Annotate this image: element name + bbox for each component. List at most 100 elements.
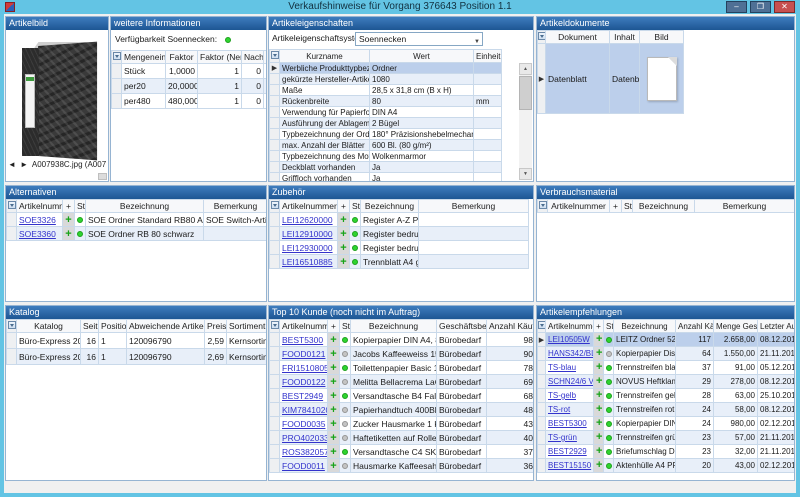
next-image-icon[interactable]: ► [20, 160, 28, 169]
table-row[interactable]: Typbezeichnung des MotivWolkenmarmor [270, 151, 502, 162]
article-number-link[interactable]: PRO402033 [282, 433, 328, 443]
add-article-icon[interactable]: + [330, 404, 336, 416]
table-row[interactable]: BEST15150+Aktenhülle A4 PP 0.12043,0002.… [538, 459, 795, 473]
article-number-link[interactable]: FOOD0035 [282, 419, 325, 429]
column-header[interactable]: Katalog [17, 320, 81, 333]
article-number-link[interactable]: ROS382057 [282, 447, 328, 457]
column-header[interactable]: St [604, 320, 614, 333]
table-row[interactable]: ▶Werbliche ProdukttypbezeiOrdner [270, 63, 502, 74]
article-number-link[interactable]: LEI12930000 [282, 243, 333, 253]
add-article-icon[interactable]: + [596, 361, 602, 373]
column-header[interactable]: Kurzname [280, 50, 370, 63]
table-row[interactable]: FOOD0121+Jacobs Kaffeeweiss 15%FBürobeda… [270, 347, 534, 361]
column-header[interactable]: Bemerkung [695, 200, 795, 213]
column-header[interactable]: Anzahl Käufe▽ [676, 320, 714, 333]
add-article-icon[interactable]: + [330, 362, 336, 374]
add-article-icon[interactable]: + [596, 445, 602, 457]
table-row[interactable]: BEST5300+Kopierpapier DIN A4,24980,0002.… [538, 417, 795, 431]
table-row[interactable]: per480480,0000100 [112, 94, 267, 109]
column-header[interactable]: + [594, 320, 604, 333]
column-header[interactable]: Dokument [546, 31, 610, 44]
column-header[interactable]: Faktor [166, 51, 198, 64]
table-row[interactable]: PRO402033+Haftetiketten auf Rolle TraBür… [270, 431, 534, 445]
column-header[interactable]: St [350, 200, 361, 213]
filter-icon[interactable] [271, 51, 279, 59]
table-row[interactable]: BEST2929+Briefumschlag DL SK2332,0021.11… [538, 445, 795, 459]
filter-icon[interactable] [113, 52, 121, 60]
add-article-icon[interactable]: + [340, 214, 346, 226]
article-number-link[interactable]: TS-grün [548, 433, 577, 442]
scroll-thumb[interactable] [519, 76, 532, 110]
article-number-link[interactable]: BEST5300 [282, 335, 323, 345]
column-header[interactable]: Artikelnummer [17, 200, 63, 213]
filter-icon[interactable] [271, 321, 279, 329]
table-row[interactable]: TS-rot+Trennstreifen rot 1002458,0008.12… [538, 403, 795, 417]
table-row[interactable]: LEI12910000+Register bedruck [270, 227, 529, 241]
column-header[interactable]: Bezeichnung [351, 320, 437, 333]
article-number-link[interactable]: LEI12620000 [282, 215, 333, 225]
table-row[interactable]: Büro-Express 20151611200967902,59Kernsor… [7, 333, 267, 349]
article-number-link[interactable]: SOE3326 [19, 215, 56, 225]
table-row[interactable]: Ausführung der Ablagemec2 Bügel [270, 118, 502, 129]
table-row[interactable]: FOOD0122+Melitta Bellacrema LaCreBürobed… [270, 375, 534, 389]
add-article-icon[interactable]: + [330, 460, 336, 472]
filter-icon[interactable] [271, 201, 279, 209]
table-row[interactable]: Stück1,0000100 [112, 64, 267, 79]
article-number-link[interactable]: LEI12910000 [282, 229, 333, 239]
column-header[interactable]: Mengeneinheit [122, 51, 166, 64]
table-row[interactable]: ROS382057+Versandtasche C4 SK 90gBürobed… [270, 445, 534, 459]
table-row[interactable]: FOOD0011+Hausmarke KaffeesahneBürobedarf… [270, 459, 534, 473]
add-article-icon[interactable]: + [596, 417, 602, 429]
column-header[interactable]: Inhalt [610, 31, 640, 44]
column-header[interactable]: Menge Gesamt [714, 320, 758, 333]
add-article-icon[interactable]: + [340, 228, 346, 240]
add-article-icon[interactable]: + [340, 256, 346, 268]
article-number-link[interactable]: FRI1510805 [282, 363, 328, 373]
filter-icon[interactable] [8, 201, 16, 209]
article-number-link[interactable]: BEST2929 [548, 447, 587, 456]
column-header[interactable]: Bezeichnung [614, 320, 676, 333]
column-header[interactable]: Bemerkung [204, 200, 267, 213]
add-article-icon[interactable]: + [330, 376, 336, 388]
filter-icon[interactable] [538, 32, 546, 40]
article-number-link[interactable]: BEST5300 [548, 419, 587, 428]
table-row[interactable]: Verwendung für PapierformDIN A4 [270, 107, 502, 118]
column-header[interactable]: Preis [205, 320, 227, 333]
column-header[interactable]: St [75, 200, 86, 213]
add-article-icon[interactable]: + [65, 214, 71, 226]
column-header[interactable]: Anzahl Käufe [487, 320, 534, 333]
column-header[interactable]: Einheit [474, 50, 502, 63]
article-number-link[interactable]: TS-gelb [548, 391, 576, 400]
scroll-up-icon[interactable]: ▲ [519, 63, 532, 75]
article-number-link[interactable]: BEST15150 [548, 461, 591, 470]
table-row[interactable]: SCHN24/6 VZ+NOVUS Heftklammer29278,0008.… [538, 375, 795, 389]
column-header[interactable]: Inh [264, 51, 267, 64]
column-header[interactable]: Letzter Auftr [758, 320, 795, 333]
column-header[interactable]: Wert [370, 50, 474, 63]
column-header[interactable]: + [610, 200, 622, 213]
table-row[interactable]: LEI12930000+Register bedruck [270, 241, 529, 255]
column-header[interactable]: + [63, 200, 75, 213]
table-row[interactable]: max. Anzahl der Blätter600 Bl. (80 g/m²) [270, 140, 502, 151]
titlebar[interactable]: Verkaufshinweise für Vorgang 376643 Posi… [0, 0, 800, 14]
article-number-link[interactable]: FOOD0122 [282, 377, 325, 387]
column-header[interactable]: Abweichende Artikelnummer [127, 320, 205, 333]
table-row[interactable]: Typbezeichnung der Ordne180° Präzisionsh… [270, 129, 502, 140]
column-header[interactable]: Bezeichnung [86, 200, 204, 213]
column-header[interactable]: Bemerkung [419, 200, 529, 213]
column-header[interactable]: Nachko [242, 51, 264, 64]
column-header[interactable]: Seite [81, 320, 99, 333]
add-article-icon[interactable]: + [596, 389, 602, 401]
table-row[interactable]: TS-blau+Trennstreifen blau 103791,0005.1… [538, 361, 795, 375]
table-row[interactable]: SOE3326+SOE Ordner Standard RB80 A4 swSO… [7, 213, 267, 227]
scroll-down-icon[interactable]: ▼ [519, 168, 532, 180]
table-row[interactable]: LEI16510885+Trennblatt A4 ges [270, 255, 529, 269]
article-number-link[interactable]: TS-rot [548, 405, 570, 414]
table-row[interactable]: HANS342/BLB+Kopierpapier Discove641.550,… [538, 347, 795, 361]
table-row[interactable]: KIM7841020+Papierhandtuch 400Bl. 2laBüro… [270, 403, 534, 417]
prev-image-icon[interactable]: ◄ [8, 160, 16, 169]
column-header[interactable]: Artikelnummer [280, 320, 328, 333]
filter-icon[interactable] [539, 201, 547, 209]
column-header[interactable]: Position [99, 320, 127, 333]
article-number-link[interactable]: KIM7841020 [282, 405, 328, 415]
